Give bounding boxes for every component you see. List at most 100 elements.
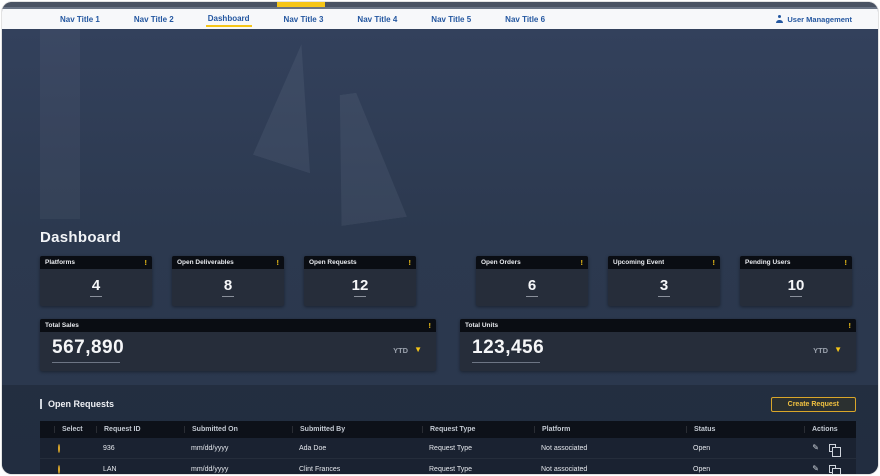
stat-card[interactable]: Platforms ! 4 — [40, 256, 152, 306]
nav-items: Nav Title 1 Nav Title 2 Dashboard Nav Ti… — [58, 9, 547, 29]
stat-card[interactable]: Pending Users ! 10 — [740, 256, 852, 306]
total-card-body: 567,890 YTD ▼ — [40, 332, 436, 363]
request-id-cell: LAN — [96, 466, 184, 473]
stat-card-header: Open Deliverables ! — [172, 256, 284, 269]
user-management-label: User Management — [787, 15, 852, 24]
alert-icon[interactable]: ! — [581, 258, 584, 267]
column-header: Request Type — [422, 426, 534, 433]
background-airplane-art — [253, 41, 347, 174]
stat-card[interactable]: Open Orders ! 6 — [476, 256, 588, 306]
nav-item[interactable]: Dashboard — [206, 11, 252, 27]
nav-item[interactable]: Nav Title 1 — [58, 12, 102, 26]
nav-item[interactable]: Nav Title 4 — [355, 12, 399, 26]
stat-card-label: Open Requests — [309, 259, 357, 266]
alert-icon[interactable]: ! — [713, 258, 716, 267]
period-dropdown[interactable]: YTD ▼ — [393, 346, 422, 355]
stat-card-body: 6 — [476, 269, 588, 306]
nav-item[interactable]: Nav Title 3 — [282, 12, 326, 26]
column-header: Submitted On — [184, 426, 292, 433]
stat-card-header: Open Orders ! — [476, 256, 588, 269]
platform-cell: Not associated — [534, 445, 686, 452]
stat-card-value: 3 — [660, 278, 668, 293]
stat-card-body: 12 — [304, 269, 416, 306]
submitted-on-cell: mm/dd/yyyy — [184, 445, 292, 452]
alert-icon[interactable]: ! — [409, 258, 412, 267]
alert-icon[interactable]: ! — [849, 321, 852, 330]
stat-card-dash — [90, 296, 102, 297]
stat-card-row: Platforms ! 4 Open Deliverables ! — [40, 256, 856, 306]
stat-card-dash — [790, 296, 802, 297]
actions-cell: ✎ — [804, 465, 856, 473]
stat-card-body: 8 — [172, 269, 284, 306]
nav-item[interactable]: Nav Title 5 — [429, 12, 473, 26]
period-label: YTD — [393, 346, 408, 355]
top-strip-highlight — [277, 2, 325, 7]
table-header-row: Select Request ID Submitted On Submitted… — [40, 421, 856, 438]
total-card[interactable]: Total Units ! 123,456 YTD ▼ — [460, 319, 856, 371]
stat-card-label: Open Orders — [481, 259, 521, 266]
top-strip — [2, 2, 878, 9]
nav-item[interactable]: Nav Title 2 — [132, 12, 176, 26]
table-row[interactable]: 936 mm/dd/yyyy Ada Doe Request Type Not … — [40, 438, 856, 459]
stat-card-dash — [658, 296, 670, 297]
select-cell — [54, 466, 96, 473]
actions-cell: ✎ — [804, 444, 856, 452]
stat-card[interactable]: Open Requests ! 12 — [304, 256, 416, 306]
stat-card-label: Upcoming Event — [613, 259, 664, 266]
stat-card-value: 10 — [788, 278, 805, 293]
main-content: Dashboard Platforms ! 4 — [2, 29, 878, 474]
stat-card-value: 8 — [224, 278, 232, 293]
request-type-cell: Request Type — [422, 445, 534, 452]
create-request-button[interactable]: Create Request — [771, 397, 856, 412]
alert-icon[interactable]: ! — [429, 321, 432, 330]
alert-icon[interactable]: ! — [845, 258, 848, 267]
top-navbar: Nav Title 1 Nav Title 2 Dashboard Nav Ti… — [2, 9, 878, 29]
alert-icon[interactable]: ! — [145, 258, 148, 267]
stat-card-label: Pending Users — [745, 259, 791, 266]
column-header: Platform — [534, 426, 686, 433]
user-management-button[interactable]: User Management — [775, 15, 852, 24]
caret-down-icon: ▼ — [834, 346, 842, 354]
table-body: 936 mm/dd/yyyy Ada Doe Request Type Not … — [40, 438, 856, 474]
stat-card-dash — [354, 296, 366, 297]
stat-card[interactable]: Open Deliverables ! 8 — [172, 256, 284, 306]
total-value-wrap: 567,890 — [52, 338, 124, 363]
stat-card[interactable]: Upcoming Event ! 3 — [608, 256, 720, 306]
user-icon — [775, 15, 783, 23]
stat-card-header: Upcoming Event ! — [608, 256, 720, 269]
caret-down-icon: ▼ — [414, 346, 422, 354]
total-card[interactable]: Total Sales ! 567,890 YTD ▼ — [40, 319, 436, 371]
request-id-cell: 936 — [96, 445, 184, 452]
total-value-wrap: 123,456 — [472, 338, 544, 363]
total-card-underline — [52, 362, 120, 363]
select-radio[interactable] — [58, 465, 60, 474]
edit-icon[interactable]: ✎ — [812, 444, 819, 452]
copy-icon[interactable] — [829, 465, 836, 473]
alert-icon[interactable]: ! — [277, 258, 280, 267]
total-card-value: 123,456 — [472, 338, 544, 359]
column-header: Status — [686, 426, 804, 433]
stat-card-value: 6 — [528, 278, 536, 293]
stat-card-dash — [222, 296, 234, 297]
total-card-value: 567,890 — [52, 338, 124, 359]
select-radio[interactable] — [58, 444, 60, 453]
table-row[interactable]: LAN mm/dd/yyyy Clint Frances Request Typ… — [40, 459, 856, 474]
request-type-cell: Request Type — [422, 466, 534, 473]
period-label: YTD — [813, 346, 828, 355]
total-card-header: Total Units ! — [460, 319, 856, 332]
background-band-art — [40, 29, 80, 219]
stat-card-body: 4 — [40, 269, 152, 306]
stat-card-header: Platforms ! — [40, 256, 152, 269]
copy-icon[interactable] — [829, 444, 836, 452]
nav-item[interactable]: Nav Title 6 — [503, 12, 547, 26]
edit-icon[interactable]: ✎ — [812, 465, 819, 473]
submitted-by-cell: Clint Frances — [292, 466, 422, 473]
status-cell: Open — [686, 466, 804, 473]
total-card-header: Total Sales ! — [40, 319, 436, 332]
stat-card-header: Pending Users ! — [740, 256, 852, 269]
page-title: Dashboard — [40, 229, 856, 246]
total-card-label: Total Sales — [45, 322, 79, 329]
period-dropdown[interactable]: YTD ▼ — [813, 346, 842, 355]
column-header: Actions — [804, 426, 856, 433]
section-title: Open Requests — [40, 399, 114, 409]
